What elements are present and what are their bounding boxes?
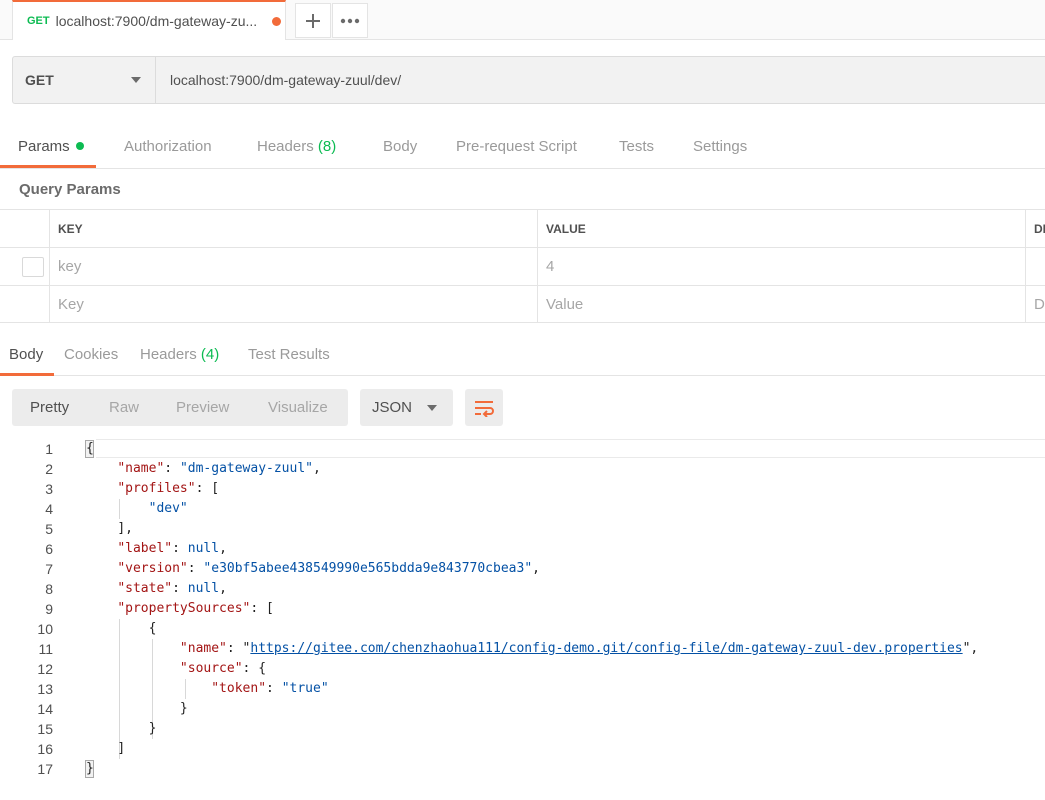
param-enable-checkbox[interactable] [22,257,44,277]
view-raw[interactable]: Raw [109,399,139,416]
source-url-link[interactable]: https://gitee.com/chenzhaohua111/config-… [250,641,962,656]
view-mode-segment: Pretty Raw Preview Visualize [12,389,348,426]
tab-test-results[interactable]: Test Results [248,346,330,363]
tab-authorization[interactable]: Authorization [124,138,212,155]
view-pretty[interactable]: Pretty [30,399,69,416]
wrap-lines-button[interactable] [465,389,503,426]
line-number: 17 [37,761,53,777]
new-description-input[interactable]: D [1025,286,1045,323]
chevron-down-icon [131,77,141,83]
active-dot-icon [75,142,84,151]
active-response-tab-indicator [0,373,54,376]
tab-headers[interactable]: Headers (8) [257,138,336,155]
method-select-value: GET [25,72,54,88]
line-number: 1 [45,441,53,457]
line-number: 2 [45,461,53,477]
request-tabs: Params Authorization Headers (8) Body Pr… [0,124,1045,169]
tab-body[interactable]: Body [383,138,417,155]
wrap-lines-icon [475,400,494,417]
url-input[interactable] [156,57,1045,103]
line-number: 16 [37,741,53,757]
request-tab[interactable]: GET localhost:7900/dm-gateway-zu... [12,0,286,40]
new-value-input[interactable]: Value [537,286,1026,323]
tab-settings[interactable]: Settings [693,138,747,155]
tab-tests[interactable]: Tests [619,138,654,155]
tab-response-headers[interactable]: Headers (4) [140,346,219,363]
method-select[interactable]: GET [13,57,156,103]
line-number: 4 [45,501,53,517]
column-header-value: VALUE [537,210,1026,247]
code-line-14: } [179,701,188,716]
code-line-11: "name": "https://gitee.com/chenzhaohua11… [179,641,979,656]
tab-response-headers-count: (4) [200,346,220,363]
table-row: key 4 [0,247,1045,285]
tab-headers-count: (8) [317,138,337,155]
format-select-value: JSON [372,399,413,416]
line-number: 13 [37,681,53,697]
line-number: 8 [45,581,53,597]
tab-cookies[interactable]: Cookies [64,346,118,363]
view-visualize[interactable]: Visualize [268,399,328,416]
tab-response-body[interactable]: Body [9,346,43,363]
code-line-8: "state": null, [117,581,227,596]
line-number: 14 [37,701,53,717]
code-line-4: "dev" [148,501,188,516]
format-select[interactable]: JSON [360,389,453,426]
code-line-2: "name": "dm-gateway-zuul", [117,461,321,476]
view-preview[interactable]: Preview [176,399,229,416]
param-value-cell[interactable]: 4 [537,248,1026,285]
request-tab-title: localhost:7900/dm-gateway-zu... [55,13,258,29]
query-params-table: KEY VALUE DE key 4 Key Value D [0,209,1045,323]
active-tab-indicator [0,165,96,168]
line-number: 7 [45,561,53,577]
unsaved-dot-icon [271,16,281,26]
response-tabs: Body Cookies Headers (4) Test Results [0,324,1045,376]
code-line-6: "label": null, [117,541,227,556]
tab-params-label: Params [18,138,70,155]
line-number: 6 [45,541,53,557]
code-line-17: } [86,761,94,776]
line-number: 10 [37,621,53,637]
tab-response-headers-label: Headers [140,346,197,363]
new-key-input[interactable]: Key [49,286,538,323]
code-line-9: "propertySources": [ [117,601,274,616]
response-body-code[interactable]: 1 { 2 "name": "dm-gateway-zuul", 3 "profi… [0,439,1045,800]
tab-pre-request-script[interactable]: Pre-request Script [456,138,577,155]
line-number: 5 [45,521,53,537]
param-description-cell[interactable] [1025,248,1045,285]
line-number: 3 [45,481,53,497]
line-number: 12 [37,661,53,677]
line-number: 11 [38,641,53,657]
more-tabs-button[interactable] [332,3,368,38]
tab-params[interactable]: Params [18,138,84,155]
code-line-15: } [148,721,157,736]
code-line-3: "profiles": [ [117,481,220,496]
code-line-5: ], [117,521,133,536]
ellipsis-icon [340,18,360,23]
query-params-title: Query Params [19,181,121,198]
table-header-row: KEY VALUE DE [0,209,1045,247]
line-number: 9 [45,601,53,617]
chevron-down-icon [427,404,437,411]
code-line-16: ] [117,741,126,756]
param-key-cell[interactable]: key [49,248,538,285]
code-line-13: "token": "true" [211,681,329,696]
new-tab-button[interactable] [295,3,331,38]
tab-strip: GET localhost:7900/dm-gateway-zu... [0,0,1045,40]
code-line-7: "version": "e30bf5abee438549990e565bdda9… [117,561,540,576]
column-header-key: KEY [49,210,538,247]
column-header-description: DE [1025,210,1045,247]
tab-headers-label: Headers [257,138,314,155]
plus-icon [306,13,320,28]
code-line-10: { [148,621,157,636]
line-number: 15 [37,721,53,737]
code-line-12: "source": { [179,661,267,676]
request-tab-method: GET [27,15,50,27]
table-row-new: Key Value D [0,285,1045,323]
code-line-1: { [86,441,94,456]
url-bar: GET [12,56,1045,104]
